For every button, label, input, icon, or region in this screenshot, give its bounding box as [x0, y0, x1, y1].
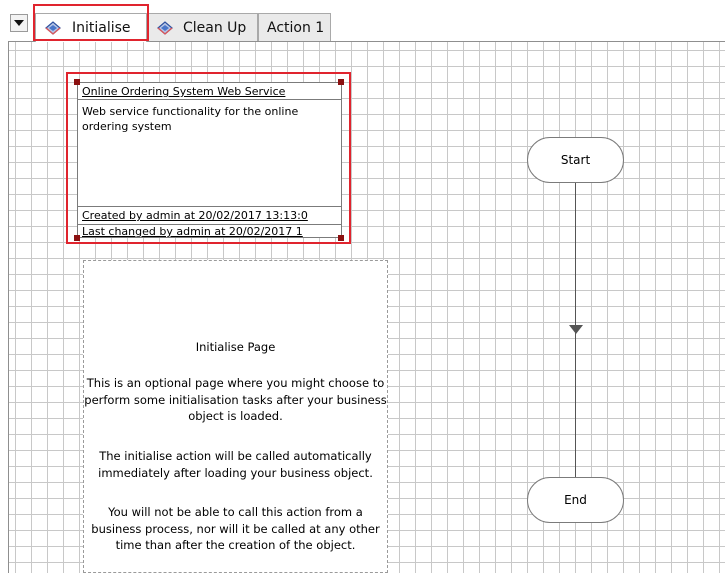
- note-paragraph: This is an optional page where you might…: [84, 376, 387, 423]
- tab-label: Action 1: [267, 20, 325, 36]
- note-stage[interactable]: Initialise Page This is an optional page…: [83, 260, 388, 573]
- start-stage-label: Start: [560, 153, 591, 167]
- resize-handle-top-left[interactable]: [74, 79, 80, 85]
- tab-highlight-box: [33, 4, 149, 41]
- start-stage[interactable]: Start: [527, 137, 624, 183]
- note-paragraph: You will not be able to call this action…: [91, 505, 380, 552]
- tab-label: Clean Up: [183, 20, 247, 36]
- note-title: Initialise Page: [195, 340, 276, 354]
- flow-arrow-icon: [569, 325, 583, 334]
- tab-list-dropdown-button[interactable]: [10, 14, 28, 32]
- resize-handle-top-right[interactable]: [338, 79, 344, 85]
- tab-clean-up[interactable]: Clean Up: [147, 13, 258, 41]
- page-icon: [157, 21, 173, 35]
- tab-action-1[interactable]: Action 1: [258, 13, 331, 41]
- end-stage-label: End: [564, 493, 587, 507]
- note-paragraph: The initialise action will be called aut…: [98, 449, 373, 480]
- resize-handle-bottom-right[interactable]: [338, 235, 344, 241]
- end-stage[interactable]: End: [527, 477, 624, 523]
- info-box-highlight: [66, 72, 351, 244]
- resize-handle-bottom-left[interactable]: [74, 235, 80, 241]
- page-tabstrip: Initialise Clean Up Action 1: [0, 0, 725, 42]
